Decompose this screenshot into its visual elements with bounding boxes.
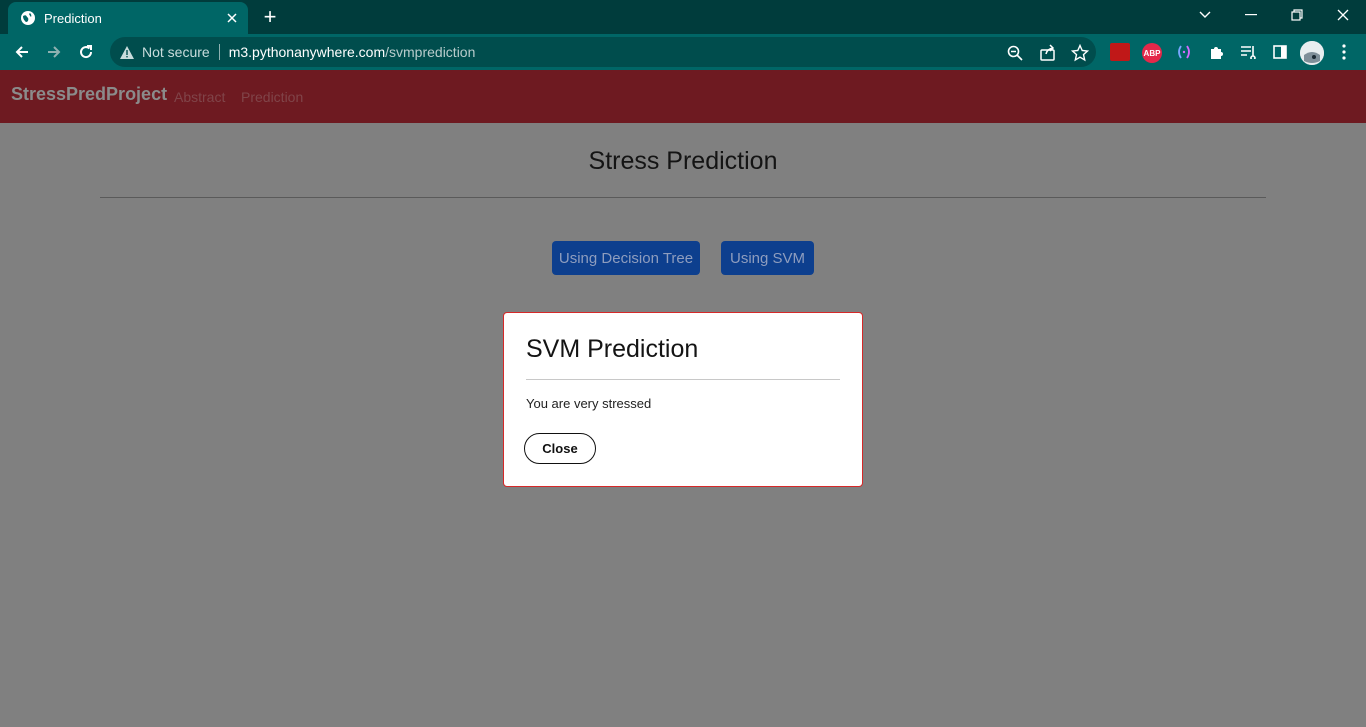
side-panel-icon[interactable] [1270,43,1290,61]
svm-button[interactable]: Using SVM [721,241,814,275]
warning-icon[interactable] [118,43,136,61]
nav-link-abstract[interactable]: Abstract [174,89,225,105]
modal-divider [526,379,840,380]
tab-close-icon[interactable] [220,6,244,30]
browser-toolbar: Not secure m3.pythonanywhere.com/svmpred… [0,34,1366,70]
modal-close-button[interactable]: Close [524,433,596,464]
tab-title: Prediction [44,10,102,26]
title-divider [100,197,1266,198]
decision-tree-button[interactable]: Using Decision Tree [552,241,700,275]
puzzle-extensions-icon[interactable] [1206,43,1226,61]
prediction-result-text: You are very stressed [526,396,652,411]
reading-list-icon[interactable] [1238,43,1258,61]
forward-arrow-icon[interactable] [40,38,68,66]
bookmark-star-icon[interactable] [1071,44,1089,62]
url-path: /svmprediction [385,44,476,60]
prediction-modal: SVM Prediction You are very stressed Clo… [503,312,863,487]
minimize-window-icon[interactable] [1228,0,1274,30]
url-host: m3.pythonanywhere.com [228,44,386,60]
new-tab-button[interactable]: + [258,6,282,30]
address-bar[interactable]: Not secure m3.pythonanywhere.com/svmpred… [110,37,1096,67]
url-separator [218,44,220,60]
share-icon[interactable] [1039,44,1057,62]
site-navbar: StressPredProject Abstract Prediction [0,70,1366,123]
navbar-brand[interactable]: StressPredProject [11,84,167,105]
zoom-icon[interactable] [1006,44,1024,62]
reload-icon[interactable] [72,38,100,66]
red-extension-icon[interactable] [1110,43,1130,61]
adblock-plus-label: ABP [1143,48,1161,58]
page-title: Stress Prediction [588,147,778,175]
modal-title: SVM Prediction [526,335,699,363]
bracket-extension-icon[interactable] [1174,43,1194,61]
globe-icon [21,11,35,25]
back-arrow-icon[interactable] [8,38,36,66]
nav-link-prediction[interactable]: Prediction [241,89,303,105]
tab-search-chevron-icon[interactable] [1182,0,1228,30]
security-status[interactable]: Not secure [142,44,210,60]
profile-avatar-icon[interactable] [1300,41,1324,65]
browser-tab-strip: Prediction + [0,0,1366,34]
restore-window-icon[interactable] [1274,0,1320,30]
adblock-plus-icon[interactable]: ABP [1142,43,1162,63]
browser-menu-icon[interactable] [1334,43,1354,61]
close-window-icon[interactable] [1320,0,1366,30]
browser-tab[interactable]: Prediction [8,2,248,34]
